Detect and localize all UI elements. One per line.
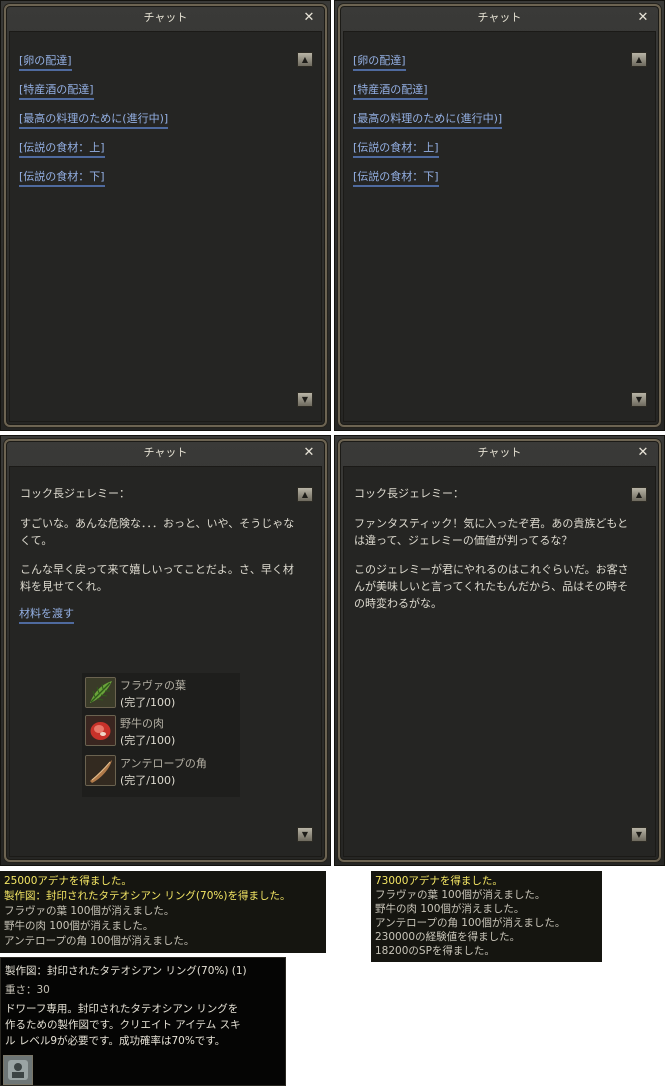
required-item-bison-meat: 野牛の肉 (完了/100): [82, 713, 240, 749]
window-title: チャット: [477, 11, 522, 24]
window-title: チャット: [143, 11, 188, 24]
log-line: 製作図：封印されたタテオシアン リング(70%)を得ました。: [4, 890, 291, 902]
chat-content: ▲ コック長ジェレミー： すごいな。あんな危険な．．．おっと、いや、そうじゃなく…: [9, 466, 322, 857]
window-title: チャット: [477, 446, 522, 459]
npc-name: コック長ジェレミー：: [20, 487, 130, 500]
chat-content: ▲ コック長ジェレミー： ファンタスティック！気に入ったぞ君。あの貴族どもとは違…: [343, 466, 656, 857]
chat-content: ▲ [卵の配達] [特産酒の配達] [最高の料理のために(進行中)] [伝説の食…: [343, 31, 656, 422]
scroll-down-icon[interactable]: ▼: [297, 392, 313, 407]
quest-link-best-cooking[interactable]: [最高の料理のために(進行中)]: [19, 110, 169, 129]
log-line: アンテロープの角 100個が消えました。: [4, 935, 195, 947]
item-status: (完了/100): [120, 774, 176, 787]
item-tooltip: 製作図：封印されたタテオシアン リング(70%) (1) 重さ：30 ドワーフ専…: [0, 957, 286, 1086]
dialogue-paragraph-1: ファンタスティック！気に入ったぞ君。あの貴族どもとは違って、ジェレミーの価値が判…: [354, 517, 629, 547]
log-line: 73000アデナを得ました。: [375, 875, 503, 887]
required-item-flava-leaf: フラヴァの葉 (完了/100): [82, 675, 240, 711]
quest-link-egg-delivery[interactable]: [卵の配達]: [19, 52, 72, 71]
close-icon[interactable]: ✕: [302, 11, 316, 25]
hand-over-materials-link[interactable]: 材料を渡す: [19, 605, 74, 624]
chat-content: ▲ [卵の配達] [特産酒の配達] [最高の料理のために(進行中)] [伝説の食…: [9, 31, 322, 422]
quest-link-local-liquor-delivery[interactable]: [特産酒の配達]: [19, 81, 94, 100]
scroll-down-icon[interactable]: ▼: [631, 827, 647, 842]
chat-window-3: チャット ✕ ▲ コック長ジェレミー： すごいな。あんな危険な．．．おっと、いや…: [0, 435, 331, 866]
recipe-scroll-icon: [3, 1055, 33, 1085]
scroll-down-icon[interactable]: ▼: [631, 392, 647, 407]
scroll-up-icon[interactable]: ▲: [297, 52, 313, 67]
window-title: チャット: [143, 446, 188, 459]
system-message-log-right: 73000アデナを得ました。 フラヴァの葉 100個が消えました。 野牛の肉 1…: [371, 871, 602, 962]
tooltip-desc-line: 作るための製作図です。クリエイト アイテム スキ: [5, 1019, 241, 1031]
chat-window-2: チャット ✕ ▲ [卵の配達] [特産酒の配達] [最高の料理のために(進行中)…: [334, 0, 665, 431]
system-message-log-left: 25000アデナを得ました。 製作図：封印されたタテオシアン リング(70%)を…: [0, 871, 326, 953]
dialogue-paragraph-1: すごいな。あんな危険な．．．おっと、いや、そうじゃなくて。: [20, 517, 295, 547]
quest-link-legendary-ingredients-1[interactable]: [伝説の食材：上]: [19, 139, 105, 158]
log-line: フラヴァの葉 100個が消えました。: [4, 905, 175, 917]
tooltip-desc-line: ドワーフ専用。封印されたタテオシアン リングを: [5, 1003, 239, 1015]
quest-link-legendary-ingredients-2[interactable]: [伝説の食材：下]: [19, 168, 105, 187]
quest-link-legendary-ingredients-2[interactable]: [伝説の食材：下]: [353, 168, 439, 187]
leaf-icon: [85, 677, 116, 708]
log-line: 18200のSPを得ました。: [375, 945, 495, 957]
item-name: アンテロープの角: [120, 757, 207, 770]
log-line: 野牛の肉 100個が消えました。: [4, 920, 154, 932]
chat-window-4: チャット ✕ ▲ コック長ジェレミー： ファンタスティック！気に入ったぞ君。あの…: [334, 435, 665, 866]
npc-name: コック長ジェレミー：: [354, 487, 464, 500]
log-line: アンテロープの角 100個が消えました。: [375, 917, 566, 929]
tooltip-title: 製作図：封印されたタテオシアン リング(70%) (1): [5, 965, 247, 977]
quest-link-legendary-ingredients-1[interactable]: [伝説の食材：上]: [353, 139, 439, 158]
required-items-list: フラヴァの葉 (完了/100) 野牛の肉 (完了/100) アンテロープの角 (…: [82, 673, 240, 797]
dialogue-paragraph-2: このジェレミーが君にやれるのはこれぐらいだ。お客さんが美味しいと言ってくれたもん…: [354, 563, 629, 610]
scroll-down-icon[interactable]: ▼: [297, 827, 313, 842]
log-line: 25000アデナを得ました。: [4, 875, 132, 887]
close-icon[interactable]: ✕: [302, 446, 316, 460]
item-status: (完了/100): [120, 734, 176, 747]
tooltip-weight: 重さ：30: [5, 984, 50, 996]
quest-link-local-liquor-delivery[interactable]: [特産酒の配達]: [353, 81, 428, 100]
meat-icon: [85, 715, 116, 746]
tooltip-desc-line: ル レベル9が必要です。成功確率は70%です。: [5, 1035, 226, 1047]
quest-link-best-cooking[interactable]: [最高の料理のために(進行中)]: [353, 110, 503, 129]
required-item-antelope-horn: アンテロープの角 (完了/100): [82, 753, 240, 789]
item-name: 野牛の肉: [120, 717, 164, 730]
close-icon[interactable]: ✕: [636, 11, 650, 25]
quest-link-egg-delivery[interactable]: [卵の配達]: [353, 52, 406, 71]
item-name: フラヴァの葉: [120, 679, 186, 692]
chat-window-1: チャット ✕ ▲ [卵の配達] [特産酒の配達] [最高の料理のために(進行中)…: [0, 0, 331, 431]
dialogue-paragraph-2: こんな早く戻って来て嬉しいってことだよ。さ、早く材料を見せてくれ。: [20, 563, 294, 593]
log-line: フラヴァの葉 100個が消えました。: [375, 889, 546, 901]
item-status: (完了/100): [120, 696, 176, 709]
close-icon[interactable]: ✕: [636, 446, 650, 460]
log-line: 野牛の肉 100個が消えました。: [375, 903, 525, 915]
scroll-up-icon[interactable]: ▲: [631, 52, 647, 67]
log-line: 230000の経験値を得ました。: [375, 931, 521, 943]
horn-icon: [85, 755, 116, 786]
